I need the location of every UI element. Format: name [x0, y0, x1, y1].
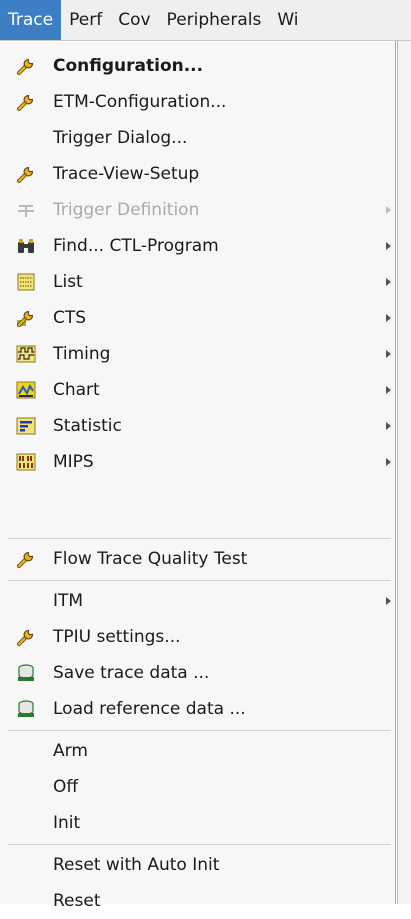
menu-item-trigger-dialog[interactable]: Trigger Dialog... [0, 121, 395, 156]
menubar-item-window[interactable]: Wi [269, 0, 306, 40]
chart-icon [16, 381, 36, 399]
submenu-arrow-icon [386, 350, 391, 358]
submenu-arrow-icon [386, 597, 391, 605]
menu-item-init[interactable]: Init [0, 806, 395, 841]
menu-item-mips[interactable]: MIPS [0, 445, 395, 480]
timing-icon [16, 345, 36, 363]
submenu-arrow-icon [386, 242, 391, 250]
submenu-arrow-icon [386, 278, 391, 286]
save-data-icon [18, 664, 34, 681]
menu-item-find-ctl-program[interactable]: Find... CTL-Program [0, 229, 395, 264]
menu-item-save-trace-data[interactable]: Save trace data ... [0, 656, 395, 691]
wrench-icon [16, 549, 36, 569]
menu-item-etm-configuration[interactable]: ETM-Configuration... [0, 85, 395, 120]
cts-wrench-icon [17, 310, 34, 327]
menu-separator [8, 538, 391, 539]
binoculars-icon [18, 239, 34, 253]
submenu-arrow-icon [386, 386, 391, 394]
wrench-icon [16, 92, 36, 112]
background-window [397, 41, 411, 904]
wrench-icon [16, 627, 36, 647]
menu-item-chart[interactable]: Chart [0, 373, 395, 408]
menu-item-statistic[interactable]: Statistic [0, 409, 395, 444]
menu-item-list[interactable]: List [0, 265, 395, 300]
menu-item-itm[interactable]: ITM [0, 584, 395, 619]
menubar-item-peripherals[interactable]: Peripherals [159, 0, 270, 40]
menu-item-arm[interactable]: Arm [0, 734, 395, 769]
submenu-arrow-icon [386, 314, 391, 322]
menu-item-cts[interactable]: CTS [0, 301, 395, 336]
wrench-icon [16, 56, 36, 76]
menu-item-load-reference-data[interactable]: Load reference data ... [0, 692, 395, 727]
list-icon [17, 273, 35, 291]
menubar-item-cov[interactable]: Cov [110, 0, 158, 40]
menubar-item-trace[interactable]: Trace [0, 0, 62, 40]
menu-separator [8, 844, 391, 845]
mips-icon [16, 453, 36, 471]
load-data-icon [18, 700, 34, 717]
menu-separator [8, 730, 391, 731]
menu-item-trace-view-setup[interactable]: Trace-View-Setup [0, 157, 395, 192]
menu-item-off[interactable]: Off [0, 770, 395, 805]
menu-item-trigger-definition[interactable]: Trigger Definition [0, 193, 395, 228]
submenu-arrow-icon [386, 458, 391, 466]
menu-item-reset[interactable]: Reset [0, 884, 395, 919]
menu-bar: Trace Perf Cov Peripherals Wi [0, 0, 411, 41]
submenu-arrow-icon [386, 422, 391, 430]
submenu-arrow-icon [386, 206, 391, 214]
menu-item-configuration[interactable]: Configuration... [0, 49, 395, 84]
menu-item-tpiu-settings[interactable]: TPIU settings... [0, 620, 395, 655]
menu-separator [8, 580, 391, 581]
trace-dropdown-menu: Configuration... ETM-Configuration... Tr… [0, 41, 396, 911]
statistic-icon [16, 417, 36, 435]
wrench-icon [16, 164, 36, 184]
trigger-icon [18, 205, 34, 217]
menubar-item-perf[interactable]: Perf [61, 0, 110, 40]
menu-item-timing[interactable]: Timing [0, 337, 395, 372]
menu-item-reset-with-auto-init[interactable]: Reset with Auto Init [0, 848, 395, 883]
menu-item-flow-trace-quality-test[interactable]: Flow Trace Quality Test [0, 542, 395, 577]
